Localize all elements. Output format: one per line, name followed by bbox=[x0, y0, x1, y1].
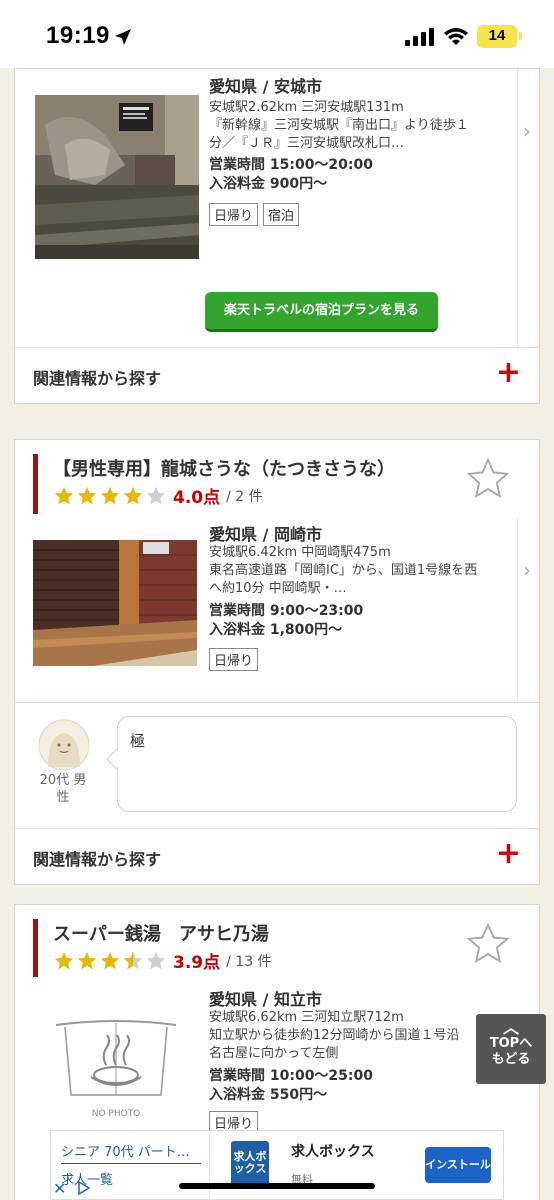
tag-day-trip: 日帰り bbox=[209, 203, 259, 226]
location-arrow-icon bbox=[115, 29, 131, 45]
facility-rating: 4.0点 / 2 件 bbox=[53, 483, 263, 508]
avatar-icon bbox=[38, 719, 90, 771]
status-bar: 19:19 14 bbox=[0, 0, 554, 68]
favorite-star-icon[interactable] bbox=[465, 921, 511, 967]
facility-title[interactable]: 【男性専用】龍城さうな（たつきさうな） bbox=[53, 455, 395, 481]
facility-rating: 3.9点 / 13 件 bbox=[53, 948, 272, 973]
divider bbox=[15, 702, 539, 703]
adchoices-icon[interactable] bbox=[77, 1181, 91, 1195]
facility-card-1-link[interactable]: 愛知県 / 安城市 安城駅2.62km 三河安城駅131m 『新幹線』三河安城駅… bbox=[15, 69, 518, 347]
plus-icon: + bbox=[495, 836, 521, 871]
rating-score: 3.9点 bbox=[173, 953, 221, 973]
facility-location: 愛知県 / 安城市 bbox=[209, 77, 322, 96]
reviewer-age-gender-cont: 性 bbox=[56, 790, 70, 805]
facility-title[interactable]: スーパー銭湯 アサヒ乃湯 bbox=[53, 920, 269, 946]
facility-card-1: 愛知県 / 安城市 安城駅2.62km 三河安城駅131m 『新幹線』三河安城駅… bbox=[14, 68, 540, 404]
facility-access-line: 分／『ＪＲ』三河安城駅改札口… bbox=[209, 136, 405, 151]
no-photo-label: NO PHOTO bbox=[91, 1109, 141, 1119]
star-empty-icon bbox=[146, 951, 166, 969]
reviewer-age-gender: 20代 男 bbox=[39, 773, 87, 788]
battery-icon: 14 bbox=[477, 25, 517, 48]
chevron-up-icon: ︿ bbox=[502, 1018, 519, 1037]
title-accent-bar bbox=[33, 919, 38, 977]
facility-tags: 日帰り 宿泊 bbox=[209, 203, 300, 226]
tag-day-trip: 日帰り bbox=[209, 648, 259, 671]
ad-app-name: 求人ボックス bbox=[291, 1144, 375, 1160]
facility-fee: 入浴料金 550円〜 bbox=[209, 1087, 328, 1103]
title-accent-bar bbox=[33, 454, 38, 514]
star-full-icon bbox=[54, 486, 74, 504]
facility-photo-2[interactable] bbox=[33, 540, 197, 666]
star-full-icon bbox=[77, 951, 97, 969]
status-time: 19:19 bbox=[46, 22, 110, 49]
rating-score: 4.0点 bbox=[173, 488, 221, 508]
related-info-toggle[interactable]: 関連情報から探す + bbox=[15, 828, 539, 884]
close-icon[interactable]: ✕ bbox=[53, 1179, 66, 1198]
plus-icon: + bbox=[495, 355, 521, 390]
facility-hours: 営業時間 15:00〜20:00 bbox=[209, 157, 374, 173]
rakuten-travel-button[interactable]: 楽天トラベルの宿泊プランを見る bbox=[205, 292, 438, 332]
facility-access-line: 安城駅2.62km 三河安城駅131m bbox=[209, 100, 404, 115]
related-info-toggle[interactable]: 関連情報から探す + bbox=[15, 347, 539, 403]
star-full-icon bbox=[54, 951, 74, 969]
to-top-label: TOPへ bbox=[489, 1036, 533, 1051]
review-count: / 13 件 bbox=[226, 953, 272, 970]
battery-level: 14 bbox=[488, 27, 506, 44]
facility-access-line: 知立駅から徒歩約12分岡崎から国道１号沿 bbox=[209, 1028, 460, 1043]
battery-cap bbox=[519, 32, 522, 40]
facility-tags: 日帰り bbox=[209, 648, 259, 671]
ad-link[interactable]: シニア 70代 パート… bbox=[61, 1141, 201, 1164]
divider bbox=[209, 1131, 210, 1200]
facility-hours: 営業時間 9:00〜23:00 bbox=[209, 603, 364, 619]
review-text: 極 bbox=[130, 732, 146, 750]
star-half-icon bbox=[123, 951, 143, 969]
related-info-label: 関連情報から探す bbox=[33, 850, 162, 869]
facility-hours: 営業時間 10:00〜25:00 bbox=[209, 1068, 374, 1084]
review-bubble[interactable] bbox=[117, 716, 517, 812]
reviewer-info: 20代 男 性 bbox=[30, 772, 96, 806]
rating-stars bbox=[53, 485, 167, 507]
star-full-icon bbox=[100, 486, 120, 504]
review-count: / 2 件 bbox=[226, 488, 263, 505]
facility-access-line: 安城駅6.42km 中岡崎駅475m bbox=[209, 545, 391, 560]
facility-location: 愛知県 / 知立市 bbox=[209, 990, 322, 1009]
facility-card-2: 【男性専用】龍城さうな（たつきさうな） 4.0点 / 2 件 愛知県 / 岡崎市… bbox=[14, 439, 540, 885]
app-logo: 求人ボックス bbox=[231, 1141, 269, 1189]
star-full-icon bbox=[100, 951, 120, 969]
back-to-top-button[interactable]: ︿ TOPへ もどる bbox=[476, 1014, 546, 1084]
install-button[interactable]: インストール bbox=[425, 1147, 491, 1183]
favorite-star-icon[interactable] bbox=[465, 456, 511, 502]
related-info-label: 関連情報から探す bbox=[33, 369, 162, 388]
star-full-icon bbox=[123, 486, 143, 504]
facility-access-line: 東名高速道路「岡崎IC」から、国道1号線を西 bbox=[209, 563, 478, 578]
star-full-icon bbox=[77, 486, 97, 504]
no-photo-placeholder[interactable] bbox=[51, 1015, 181, 1121]
chevron-right-icon: › bbox=[523, 558, 531, 582]
facility-fee: 入浴料金 1,800円〜 bbox=[209, 622, 343, 638]
facility-location: 愛知県 / 岡崎市 bbox=[209, 525, 322, 544]
facility-card-2-link[interactable]: 愛知県 / 岡崎市 安城駅6.42km 中岡崎駅475m 東名高速道路「岡崎IC… bbox=[15, 518, 518, 703]
ad-banner[interactable]: シニア 70代 パート… 求人一覧 求人ボックス 求人ボックス 無料 インストー… bbox=[50, 1130, 504, 1200]
wifi-icon bbox=[444, 28, 468, 45]
to-top-label-2: もどる bbox=[491, 1052, 531, 1067]
facility-fee: 入浴料金 900円〜 bbox=[209, 176, 328, 192]
chevron-right-icon: › bbox=[523, 119, 531, 143]
tag-stay: 宿泊 bbox=[263, 203, 300, 226]
home-indicator bbox=[179, 1183, 375, 1189]
facility-access-line: 名古屋に向かって左側 bbox=[209, 1046, 339, 1061]
facility-access-line: へ約10分 中岡崎駅・… bbox=[209, 581, 347, 596]
rating-stars bbox=[53, 950, 167, 972]
facility-photo-1[interactable] bbox=[35, 95, 199, 259]
facility-access-line: 『新幹線』三河安城駅『南出口』より徒歩１ bbox=[209, 118, 469, 133]
facility-access-line: 安城駅6.62km 三河知立駅712m bbox=[209, 1010, 404, 1025]
star-empty-icon bbox=[146, 486, 166, 504]
cellular-signal-icon bbox=[405, 28, 434, 46]
